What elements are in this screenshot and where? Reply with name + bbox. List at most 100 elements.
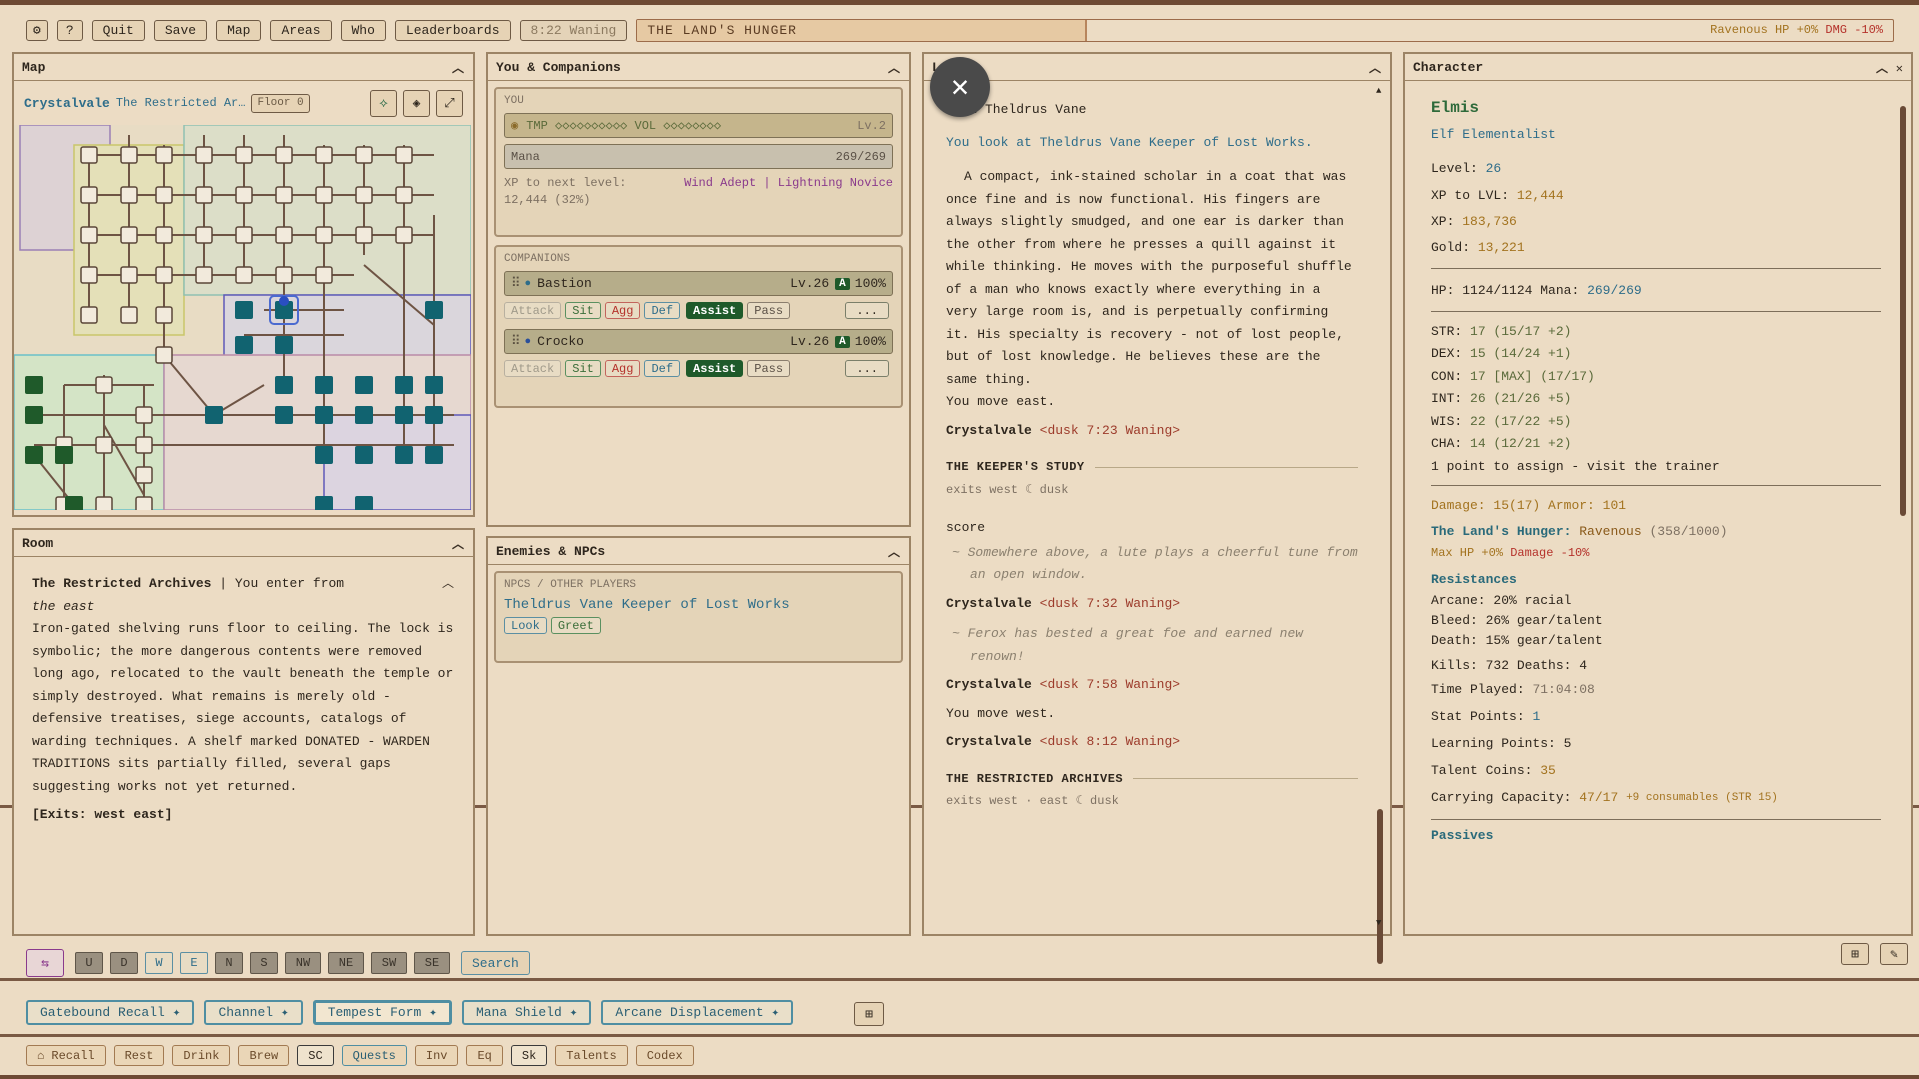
quick-button[interactable]: Drink <box>172 1045 231 1066</box>
close-overlay-icon[interactable]: ✕ <box>930 57 990 117</box>
map-room-node[interactable] <box>395 146 413 164</box>
map-room-node[interactable] <box>355 186 373 204</box>
map-room-node[interactable] <box>120 266 138 284</box>
map-explored-room-node[interactable] <box>395 406 413 424</box>
drag-handle-icon[interactable]: ⠿ <box>511 334 521 349</box>
map-room-node[interactable] <box>155 266 173 284</box>
spell-button[interactable]: Gatebound Recall ✦ <box>26 1000 195 1025</box>
companion-row[interactable]: ⠿ ● Bastion Lv.26 A 100% <box>504 271 893 296</box>
leaderboards-button[interactable]: Leaderboards <box>394 19 511 41</box>
map-explored-room-node[interactable] <box>425 376 443 394</box>
map-room-node[interactable] <box>195 146 213 164</box>
direction-button-d[interactable]: D <box>110 952 138 974</box>
map-explored-room-node[interactable] <box>355 446 373 464</box>
collapse-chevron-icon[interactable]: ︿ <box>1876 62 1888 76</box>
map-room-node[interactable] <box>235 186 253 204</box>
map-room-node-green[interactable] <box>65 496 83 510</box>
map-room-node[interactable] <box>80 226 98 244</box>
map-room-node[interactable] <box>315 226 333 244</box>
map-room-node[interactable] <box>135 406 153 424</box>
companion-row[interactable]: ⠿ ● Crocko Lv.26 A 100% <box>504 329 893 354</box>
map-room-node[interactable] <box>135 436 153 454</box>
quick-button[interactable]: Sk <box>510 1045 548 1066</box>
close-panel-icon[interactable]: ✕ <box>1896 62 1903 76</box>
map-room-node[interactable] <box>315 266 333 284</box>
map-room-node[interactable] <box>235 266 253 284</box>
map-room-node[interactable] <box>155 306 173 324</box>
npc-look-button[interactable]: Look <box>504 617 547 634</box>
companion-sit-button[interactable]: Sit <box>565 360 601 377</box>
map-explored-room-node[interactable] <box>355 376 373 394</box>
map-room-node[interactable] <box>135 496 153 510</box>
log-scrollbar[interactable]: ▲ ▼ <box>1376 86 1384 964</box>
edit-icon[interactable]: ✎ <box>1880 943 1908 965</box>
save-button[interactable]: Save <box>153 19 208 41</box>
direction-button-u[interactable]: U <box>75 952 103 974</box>
expand-icon[interactable]: ⤢ <box>436 89 463 117</box>
quick-button[interactable]: Rest <box>113 1045 165 1066</box>
map-room-node[interactable] <box>135 466 153 484</box>
swap-icon[interactable]: ⇆ <box>26 949 64 977</box>
map-room-node[interactable] <box>355 226 373 244</box>
quit-button[interactable]: Quit <box>91 19 145 41</box>
quick-button[interactable]: SC <box>297 1045 334 1066</box>
map-explored-room-node[interactable] <box>425 406 443 424</box>
map-room-node[interactable] <box>395 186 413 204</box>
map-room-node[interactable] <box>80 306 98 324</box>
companion-more-button[interactable]: ... <box>845 302 889 319</box>
map-room-node[interactable] <box>355 146 373 164</box>
settings-gear-icon[interactable]: ⚙ <box>26 19 48 41</box>
log-scrollbar-thumb[interactable] <box>1377 809 1383 964</box>
map-room-node[interactable] <box>275 226 293 244</box>
npc-greet-button[interactable]: Greet <box>550 617 601 634</box>
map-explored-room-node[interactable] <box>315 496 333 510</box>
map-explored-room-node[interactable] <box>275 336 293 354</box>
map-room-node[interactable] <box>155 226 173 244</box>
direction-button-w[interactable]: W <box>145 952 173 974</box>
map-explored-room-node[interactable] <box>395 446 413 464</box>
collapse-chevron-icon[interactable]: ︿ <box>451 59 465 76</box>
map-explored-room-node[interactable] <box>315 406 333 424</box>
map-room-node[interactable] <box>80 146 98 164</box>
quick-button[interactable]: Talents <box>555 1045 628 1066</box>
map-explored-room-node[interactable] <box>235 336 253 354</box>
companion-more-button[interactable]: ... <box>845 360 889 377</box>
companion-sit-button[interactable]: Sit <box>565 302 601 319</box>
companion-def-button[interactable]: Def <box>644 302 681 319</box>
companion-attack-button[interactable]: Attack <box>504 360 562 377</box>
character-scrollbar[interactable] <box>1899 106 1907 928</box>
scroll-up-icon[interactable]: ▲ <box>1376 86 1381 96</box>
quick-button[interactable]: Inv <box>414 1045 459 1066</box>
companion-assist-button[interactable]: Assist <box>686 360 744 377</box>
map-room-node[interactable] <box>95 376 113 394</box>
map-room-node-green[interactable] <box>25 406 43 424</box>
companion-assist-button[interactable]: Assist <box>686 302 744 319</box>
direction-button-nw[interactable]: NW <box>285 952 321 974</box>
map-explored-room-node[interactable] <box>315 376 333 394</box>
map-explored-room-node[interactable] <box>275 406 293 424</box>
collapse-chevron-icon[interactable]: ︿ <box>451 535 465 552</box>
spell-button[interactable]: Channel ✦ <box>204 1000 303 1025</box>
scroll-down-icon[interactable]: ▼ <box>1376 918 1381 928</box>
search-button[interactable]: Search <box>461 951 530 975</box>
collapse-chevron-icon[interactable]: ︿ <box>887 59 901 76</box>
collapse-chevron-icon[interactable]: ︿ <box>1368 59 1382 76</box>
map-room-node-green[interactable] <box>55 446 73 464</box>
map-room-node[interactable] <box>120 186 138 204</box>
map-room-node[interactable] <box>195 266 213 284</box>
spell-button[interactable]: Mana Shield ✦ <box>461 1000 592 1025</box>
map-explored-room-node[interactable] <box>425 301 443 319</box>
map-room-node[interactable] <box>275 146 293 164</box>
map-explored-room-node[interactable] <box>235 301 253 319</box>
drag-handle-icon[interactable]: ⠿ <box>511 276 521 291</box>
companion-attack-button[interactable]: Attack <box>504 302 562 319</box>
map-room-node[interactable] <box>80 266 98 284</box>
help-button[interactable]: ? <box>56 19 83 41</box>
map-room-node[interactable] <box>120 306 138 324</box>
map-room-node[interactable] <box>95 436 113 454</box>
map-explored-room-node[interactable] <box>205 406 223 424</box>
map-room-node[interactable] <box>315 186 333 204</box>
quick-button[interactable]: Brew <box>238 1045 290 1066</box>
spell-button[interactable]: Tempest Form ✦ <box>312 1000 452 1025</box>
map-room-node-green[interactable] <box>25 376 43 394</box>
